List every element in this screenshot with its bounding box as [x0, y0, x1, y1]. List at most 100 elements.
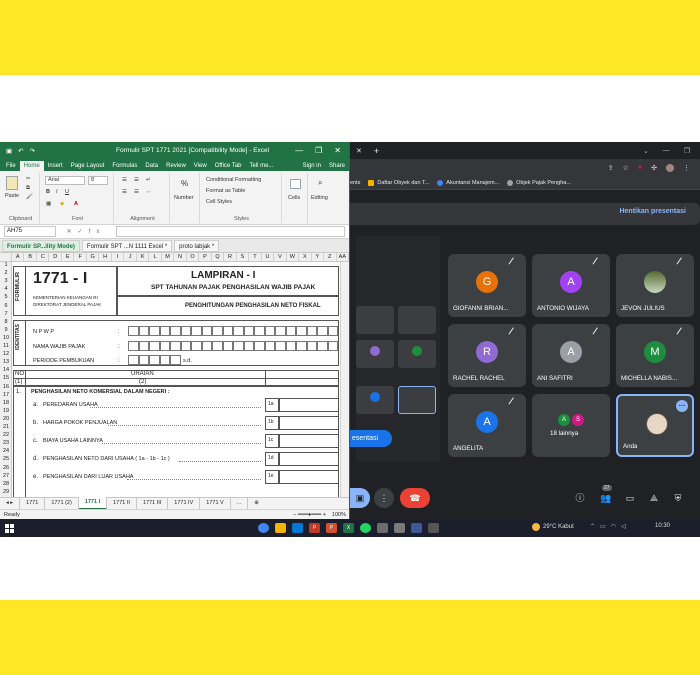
end-call-icon[interactable]: ☎	[400, 488, 430, 508]
column-header[interactable]: H	[99, 253, 112, 261]
sheet-tab[interactable]: 1771 (2)	[45, 498, 79, 509]
number-format-button[interactable]: Number	[174, 195, 194, 201]
column-header[interactable]: C	[37, 253, 50, 261]
column-header[interactable]: O	[187, 253, 200, 261]
item-value-cell[interactable]	[279, 452, 339, 466]
sheet-tab[interactable]: 1771 IV	[168, 498, 201, 509]
copy-icon[interactable]: ⧉	[26, 185, 30, 192]
column-header[interactable]: S	[237, 253, 250, 261]
row-header[interactable]: 27	[0, 473, 12, 479]
file-explorer-icon[interactable]	[275, 523, 286, 533]
close-button[interactable]: ✕	[334, 146, 341, 155]
column-header[interactable]: N	[174, 253, 187, 261]
item-value-cell[interactable]	[279, 416, 339, 430]
row-header[interactable]: 14	[0, 367, 12, 373]
column-header[interactable]: AA	[337, 253, 349, 261]
input-box[interactable]	[285, 341, 296, 351]
tab-data[interactable]: Data	[141, 161, 162, 171]
item-value-cell[interactable]	[279, 470, 339, 484]
extension-icon[interactable]: ●	[638, 164, 642, 171]
input-box[interactable]	[138, 326, 149, 336]
undo-icon[interactable]: ↶	[18, 147, 23, 155]
input-box[interactable]	[243, 341, 254, 351]
more-options-icon[interactable]: …	[676, 400, 688, 412]
app-icon[interactable]	[428, 523, 439, 533]
bookmark[interactable]: Akuntansi Manajem...	[437, 179, 499, 186]
font-name-select[interactable]: Arial	[45, 176, 85, 185]
column-header[interactable]: L	[149, 253, 162, 261]
participant-tile[interactable]: A S 18 lainnya	[532, 394, 610, 457]
tab-page-layout[interactable]: Page Layout	[67, 161, 109, 171]
clock[interactable]: 10:30	[655, 523, 670, 529]
item-value-cell[interactable]	[279, 398, 339, 412]
align-center-icon[interactable]: ☰	[134, 189, 139, 195]
row-header[interactable]: 20	[0, 416, 12, 422]
column-header[interactable]: R	[224, 253, 237, 261]
participant-tile[interactable]: R RACHEL RACHEL	[448, 324, 526, 387]
row-header[interactable]: 3	[0, 278, 12, 284]
italic-icon[interactable]: I	[56, 189, 58, 195]
tab-formulas[interactable]: Formulas	[108, 161, 141, 171]
settings-app-icon[interactable]	[292, 523, 303, 533]
underline-icon[interactable]: U	[65, 189, 69, 195]
app-icon[interactable]	[377, 523, 388, 533]
redo-icon[interactable]: ↷	[30, 147, 35, 155]
column-header[interactable]: E	[62, 253, 75, 261]
cell-styles-button[interactable]: Cell Styles	[206, 199, 232, 205]
participant-tile[interactable]: A ANGELITA	[448, 394, 526, 457]
more-options-icon[interactable]: ⋮	[374, 488, 394, 508]
participant-tile[interactable]: … Anda	[616, 394, 694, 457]
column-header[interactable]: K	[137, 253, 150, 261]
column-header[interactable]: P	[199, 253, 212, 261]
row-header[interactable]: 16	[0, 384, 12, 390]
row-header[interactable]: 24	[0, 448, 12, 454]
input-box[interactable]	[317, 326, 328, 336]
star-icon[interactable]: ☆	[623, 164, 629, 172]
item-value-cell[interactable]	[279, 434, 339, 448]
powerpoint-app-icon[interactable]: P	[326, 523, 337, 533]
font-color-icon[interactable]: A	[74, 201, 78, 207]
sheet-tab[interactable]: 1771 V	[200, 498, 231, 509]
conditional-formatting-button[interactable]: Conditional Formatting	[206, 177, 261, 183]
input-box[interactable]	[306, 326, 317, 336]
cells-icon[interactable]	[290, 179, 301, 189]
wrap-text-icon[interactable]: ↵	[146, 177, 151, 183]
input-box[interactable]	[275, 341, 286, 351]
row-header[interactable]: 23	[0, 440, 12, 446]
app-icon[interactable]	[394, 523, 405, 533]
people-icon[interactable]: 👥	[600, 492, 612, 504]
input-box[interactable]	[170, 326, 181, 336]
row-header[interactable]: 10	[0, 335, 12, 341]
align-top-icon[interactable]: ☰	[122, 177, 127, 183]
doc-tab-formulir[interactable]: Formulir SP...ility Mode)	[2, 239, 80, 252]
input-box[interactable]	[254, 341, 265, 351]
row-header[interactable]: 12	[0, 351, 12, 357]
vertical-scrollbar[interactable]	[340, 262, 349, 497]
input-box[interactable]	[149, 355, 160, 365]
row-header[interactable]: 19	[0, 408, 12, 414]
column-header[interactable]: B	[24, 253, 37, 261]
row-header[interactable]: 4	[0, 286, 12, 292]
input-box[interactable]	[254, 326, 265, 336]
activities-icon[interactable]: ⟁	[648, 492, 660, 504]
input-box[interactable]	[212, 326, 223, 336]
wifi-icon[interactable]: ◠	[611, 523, 616, 530]
save-icon[interactable]: ▣	[6, 147, 12, 155]
tab-home[interactable]: Home	[19, 161, 44, 171]
battery-icon[interactable]: ▭	[600, 523, 606, 530]
column-header[interactable]: F	[74, 253, 87, 261]
format-painter-icon[interactable]: 🖌	[26, 194, 33, 200]
input-box[interactable]	[296, 341, 307, 351]
input-box[interactable]	[317, 341, 328, 351]
row-header[interactable]: 17	[0, 392, 12, 398]
input-box[interactable]	[222, 326, 233, 336]
input-box[interactable]	[180, 341, 191, 351]
column-header[interactable]: Z	[324, 253, 337, 261]
restore-icon[interactable]: ❐	[684, 147, 690, 155]
input-box[interactable]	[128, 326, 139, 336]
input-box[interactable]	[275, 326, 286, 336]
chat-icon[interactable]: ▭	[624, 492, 636, 504]
bookmark[interactable]: Objek Pajak Pengha...	[507, 179, 571, 186]
tab-view[interactable]: View	[190, 161, 211, 171]
volume-icon[interactable]: ◁	[621, 523, 626, 530]
